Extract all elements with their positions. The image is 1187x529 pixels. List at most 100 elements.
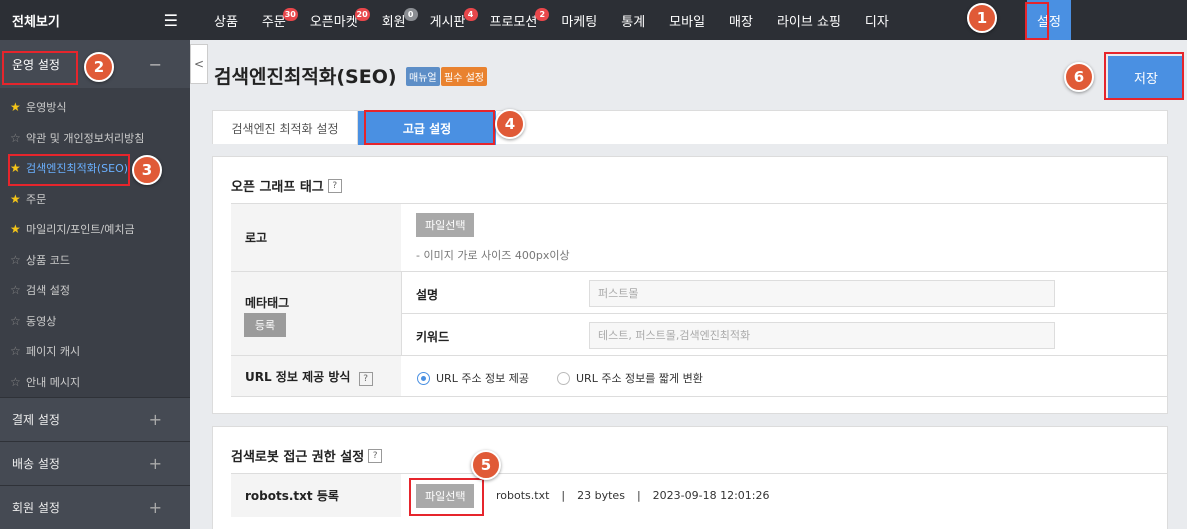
robots-file-size: 23 bytes xyxy=(577,489,625,502)
sidebar-item[interactable]: ★ 운영방식 xyxy=(0,92,190,123)
nav-item[interactable]: 라이브 쇼핑 xyxy=(777,0,841,40)
star-outline-icon[interactable]: ☆ xyxy=(10,253,26,267)
nav-item[interactable]: 오픈마켓 20 xyxy=(310,0,370,40)
collapse-icon[interactable]: − xyxy=(149,55,162,74)
star-outline-icon[interactable]: ☆ xyxy=(10,344,26,358)
sidebar-section[interactable]: 회원 설정 + xyxy=(0,485,190,529)
help-icon[interactable]: ? xyxy=(368,448,383,463)
desc-label: 설명 xyxy=(416,288,439,302)
sidebar-collapsed-sections: 결제 설정 + 배송 설정 + 회원 설정 + xyxy=(0,397,190,529)
nav-item-label: 프로모션 xyxy=(489,14,538,30)
nav-item[interactable]: 디자 xyxy=(865,0,889,40)
sidebar-item[interactable]: ★ 마일리지/포인트/예치금 xyxy=(0,214,190,245)
step-marker-6: 6 xyxy=(1064,62,1094,92)
logo-hint: - 이미지 가로 사이즈 400px이상 xyxy=(416,249,570,262)
url-option-short-label: URL 주소 정보를 짧게 변환 xyxy=(576,372,703,385)
keyword-input[interactable]: 테스트, 퍼스트몰,검색엔진최적화 xyxy=(589,322,1055,349)
nav-item[interactable]: 모바일 xyxy=(669,0,705,40)
star-filled-icon[interactable]: ★ xyxy=(10,192,26,206)
star-outline-icon[interactable]: ☆ xyxy=(10,283,26,297)
desc-subrow: 설명 퍼스트몰 xyxy=(401,272,1168,314)
radio-unchecked-icon[interactable] xyxy=(557,371,570,385)
highlight-robots-file-button xyxy=(409,478,484,516)
sidebar-item-label: 상품 코드 xyxy=(26,253,70,267)
robots-row: robots.txt 등록 파일선택 robots.txt | 23 bytes… xyxy=(231,473,1168,517)
count-badge: 4 xyxy=(463,8,478,21)
meta-separator: | xyxy=(561,489,566,502)
logo-file-button[interactable]: 파일선택 xyxy=(416,213,475,237)
metatag-register-button[interactable]: 등록 xyxy=(244,313,286,337)
sidebar-section[interactable]: 배송 설정 + xyxy=(0,441,190,485)
og-panel: 오픈 그래프 태그 ? 로고 파일선택 - 이미지 가로 사이즈 400px이상… xyxy=(212,156,1168,414)
manual-tag[interactable]: 매뉴얼 xyxy=(406,67,440,86)
logo-row: 로고 파일선택 - 이미지 가로 사이즈 400px이상 xyxy=(231,203,1168,271)
step-marker-5: 5 xyxy=(471,450,501,480)
sidebar-item-label: 페이지 캐시 xyxy=(26,345,81,359)
count-badge: 0 xyxy=(403,8,418,21)
sidebar-item[interactable]: ☆ 안내 메시지 xyxy=(0,367,190,398)
url-option-full[interactable]: URL 주소 정보 제공 xyxy=(417,370,529,386)
sidebar-menu: ★ 운영방식 ☆ 약관 및 개인정보처리방침 ★ 검색엔진최적화(SEO) ★ 주문 ★ 마일리지… xyxy=(0,88,190,397)
sidebar-section-label: 배송 설정 xyxy=(12,457,60,471)
nav-item[interactable]: 프로모션 2 xyxy=(489,0,550,40)
step-marker-2: 2 xyxy=(84,52,114,82)
nav-item-label: 통계 xyxy=(621,14,646,30)
count-badge: 30 xyxy=(282,8,298,21)
sidebar-item[interactable]: ☆ 검색 설정 xyxy=(0,275,190,306)
nav-item-label: 게시판 xyxy=(429,14,466,30)
hamburger-icon[interactable]: ☰ xyxy=(164,11,178,30)
sidebar-item[interactable]: ☆ 동영상 xyxy=(0,306,190,337)
expand-icon[interactable]: + xyxy=(149,454,162,473)
sidebar-item[interactable]: ☆ 약관 및 개인정보처리방침 xyxy=(0,123,190,154)
url-option-full-label: URL 주소 정보 제공 xyxy=(436,372,530,385)
expand-icon[interactable]: + xyxy=(149,410,162,429)
nav-item-label: 라이브 쇼핑 xyxy=(776,14,841,30)
nav-item-label: 매장 xyxy=(729,14,753,30)
step-marker-1: 1 xyxy=(967,3,997,33)
metatag-row: 메타태그 등록 설명 퍼스트몰 키워드 테스트, 퍼스트몰,검색엔진최적화 xyxy=(231,271,1168,356)
sidebar-item-label: 검색 설정 xyxy=(26,284,70,298)
logo-label: 로고 xyxy=(231,204,401,271)
radio-checked-icon[interactable] xyxy=(417,371,430,385)
tab-basic-seo[interactable]: 검색엔진 최적화 설정 xyxy=(213,111,358,145)
sidebar-item[interactable]: ★ 주문 xyxy=(0,184,190,215)
sidebar-collapse-handle[interactable]: < xyxy=(190,44,208,84)
tab-bar: 검색엔진 최적화 설정 고급 설정 xyxy=(212,110,1168,145)
nav-item-label: 상품 xyxy=(214,14,238,30)
star-outline-icon[interactable]: ☆ xyxy=(10,314,26,328)
sidebar-section[interactable]: 결제 설정 + xyxy=(0,397,190,441)
sidebar-title: 전체보기 xyxy=(12,14,60,30)
url-row: URL 정보 제공 방식 ? URL 주소 정보 제공 URL 주소 정보를 짧… xyxy=(231,355,1168,397)
nav-item[interactable]: 게시판 4 xyxy=(429,0,478,40)
nav-item[interactable]: 상품 xyxy=(214,0,238,40)
nav-item[interactable]: 통계 xyxy=(621,0,645,40)
sidebar-header[interactable]: 전체보기 ☰ xyxy=(0,0,190,40)
sidebar-section-label: 결제 설정 xyxy=(12,413,60,427)
desc-input[interactable]: 퍼스트몰 xyxy=(589,280,1055,307)
expand-icon[interactable]: + xyxy=(149,498,162,517)
nav-item[interactable]: 회원 0 xyxy=(381,0,418,40)
nav-item-label: 회원 xyxy=(381,14,406,30)
sidebar-section-label: 회원 설정 xyxy=(12,501,60,515)
robots-file-date: 2023-09-18 12:01:26 xyxy=(652,489,770,502)
highlight-save-button xyxy=(1104,52,1184,100)
sidebar-item-label: 주문 xyxy=(26,192,47,206)
step-marker-3: 3 xyxy=(132,155,162,185)
url-label: URL 정보 제공 방식 xyxy=(245,370,351,384)
step-marker-4: 4 xyxy=(495,109,525,139)
url-option-short[interactable]: URL 주소 정보를 짧게 변환 xyxy=(557,370,703,386)
help-icon[interactable]: ? xyxy=(327,178,342,193)
nav-item[interactable]: 매장 xyxy=(729,0,753,40)
star-outline-icon[interactable]: ☆ xyxy=(10,375,26,389)
star-filled-icon[interactable]: ★ xyxy=(10,100,26,114)
sidebar-item[interactable]: ☆ 상품 코드 xyxy=(0,245,190,276)
help-icon[interactable]: ? xyxy=(358,372,373,386)
star-filled-icon[interactable]: ★ xyxy=(10,222,26,236)
og-panel-title: 오픈 그래프 태그 ? xyxy=(231,176,342,195)
nav-item[interactable]: 주문 30 xyxy=(262,0,298,40)
star-outline-icon[interactable]: ☆ xyxy=(10,131,26,145)
nav-item[interactable]: 마케팅 xyxy=(561,0,597,40)
robots-title-text: 검색로봇 접근 권한 설정 xyxy=(231,450,365,465)
sidebar-item[interactable]: ☆ 페이지 캐시 xyxy=(0,336,190,367)
chevron-left-icon: < xyxy=(193,57,205,71)
